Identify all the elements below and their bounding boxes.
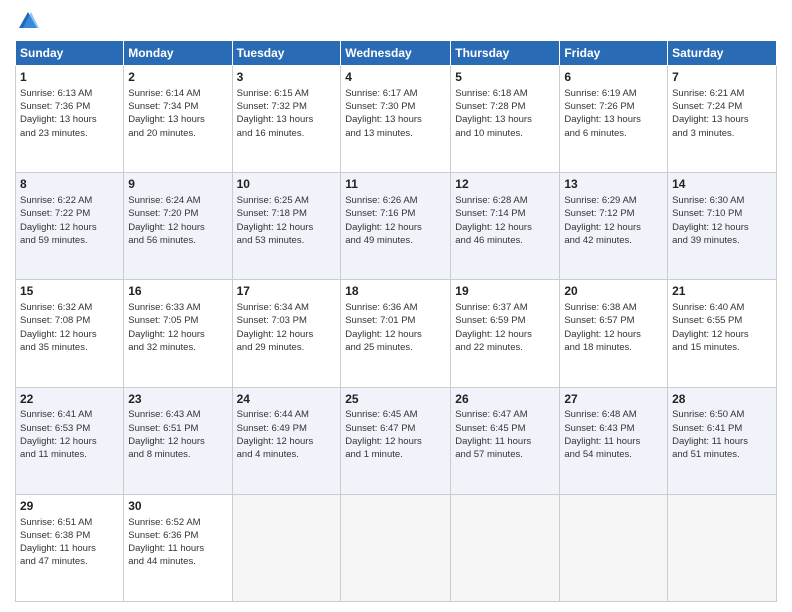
calendar-cell: 22Sunrise: 6:41 AMSunset: 6:53 PMDayligh… bbox=[16, 387, 124, 494]
day-number: 8 bbox=[20, 176, 119, 193]
calendar-cell: 7Sunrise: 6:21 AMSunset: 7:24 PMDaylight… bbox=[668, 66, 777, 173]
calendar-cell: 6Sunrise: 6:19 AMSunset: 7:26 PMDaylight… bbox=[560, 66, 668, 173]
calendar-cell bbox=[668, 494, 777, 601]
calendar-header-monday: Monday bbox=[124, 41, 232, 66]
calendar-header-row: SundayMondayTuesdayWednesdayThursdayFrid… bbox=[16, 41, 777, 66]
calendar-cell: 18Sunrise: 6:36 AMSunset: 7:01 PMDayligh… bbox=[341, 280, 451, 387]
calendar-cell: 16Sunrise: 6:33 AMSunset: 7:05 PMDayligh… bbox=[124, 280, 232, 387]
day-number: 25 bbox=[345, 391, 446, 408]
calendar-cell: 25Sunrise: 6:45 AMSunset: 6:47 PMDayligh… bbox=[341, 387, 451, 494]
calendar-cell: 29Sunrise: 6:51 AMSunset: 6:38 PMDayligh… bbox=[16, 494, 124, 601]
calendar-cell: 17Sunrise: 6:34 AMSunset: 7:03 PMDayligh… bbox=[232, 280, 341, 387]
calendar-header-friday: Friday bbox=[560, 41, 668, 66]
day-number: 26 bbox=[455, 391, 555, 408]
calendar-week-3: 15Sunrise: 6:32 AMSunset: 7:08 PMDayligh… bbox=[16, 280, 777, 387]
calendar-header-tuesday: Tuesday bbox=[232, 41, 341, 66]
day-number: 6 bbox=[564, 69, 663, 86]
calendar-cell: 8Sunrise: 6:22 AMSunset: 7:22 PMDaylight… bbox=[16, 173, 124, 280]
calendar-week-2: 8Sunrise: 6:22 AMSunset: 7:22 PMDaylight… bbox=[16, 173, 777, 280]
day-number: 1 bbox=[20, 69, 119, 86]
calendar-cell: 14Sunrise: 6:30 AMSunset: 7:10 PMDayligh… bbox=[668, 173, 777, 280]
day-number: 19 bbox=[455, 283, 555, 300]
calendar-cell: 2Sunrise: 6:14 AMSunset: 7:34 PMDaylight… bbox=[124, 66, 232, 173]
calendar-cell: 23Sunrise: 6:43 AMSunset: 6:51 PMDayligh… bbox=[124, 387, 232, 494]
calendar-cell bbox=[341, 494, 451, 601]
calendar-cell: 1Sunrise: 6:13 AMSunset: 7:36 PMDaylight… bbox=[16, 66, 124, 173]
calendar-cell: 19Sunrise: 6:37 AMSunset: 6:59 PMDayligh… bbox=[451, 280, 560, 387]
day-number: 13 bbox=[564, 176, 663, 193]
day-number: 9 bbox=[128, 176, 227, 193]
calendar-cell: 15Sunrise: 6:32 AMSunset: 7:08 PMDayligh… bbox=[16, 280, 124, 387]
calendar-week-1: 1Sunrise: 6:13 AMSunset: 7:36 PMDaylight… bbox=[16, 66, 777, 173]
calendar-body: 1Sunrise: 6:13 AMSunset: 7:36 PMDaylight… bbox=[16, 66, 777, 602]
day-number: 2 bbox=[128, 69, 227, 86]
calendar-cell: 21Sunrise: 6:40 AMSunset: 6:55 PMDayligh… bbox=[668, 280, 777, 387]
calendar-cell bbox=[451, 494, 560, 601]
calendar-cell: 30Sunrise: 6:52 AMSunset: 6:36 PMDayligh… bbox=[124, 494, 232, 601]
day-number: 11 bbox=[345, 176, 446, 193]
calendar-cell bbox=[232, 494, 341, 601]
day-number: 12 bbox=[455, 176, 555, 193]
day-number: 5 bbox=[455, 69, 555, 86]
calendar-week-4: 22Sunrise: 6:41 AMSunset: 6:53 PMDayligh… bbox=[16, 387, 777, 494]
day-number: 3 bbox=[237, 69, 337, 86]
day-number: 20 bbox=[564, 283, 663, 300]
day-number: 22 bbox=[20, 391, 119, 408]
calendar-header-thursday: Thursday bbox=[451, 41, 560, 66]
calendar-cell: 24Sunrise: 6:44 AMSunset: 6:49 PMDayligh… bbox=[232, 387, 341, 494]
day-number: 21 bbox=[672, 283, 772, 300]
calendar-cell: 13Sunrise: 6:29 AMSunset: 7:12 PMDayligh… bbox=[560, 173, 668, 280]
day-number: 24 bbox=[237, 391, 337, 408]
logo-icon bbox=[17, 10, 39, 32]
calendar-cell: 3Sunrise: 6:15 AMSunset: 7:32 PMDaylight… bbox=[232, 66, 341, 173]
header bbox=[15, 10, 777, 32]
day-number: 7 bbox=[672, 69, 772, 86]
day-number: 27 bbox=[564, 391, 663, 408]
calendar-cell: 11Sunrise: 6:26 AMSunset: 7:16 PMDayligh… bbox=[341, 173, 451, 280]
calendar-table: SundayMondayTuesdayWednesdayThursdayFrid… bbox=[15, 40, 777, 602]
calendar-cell bbox=[560, 494, 668, 601]
day-number: 15 bbox=[20, 283, 119, 300]
page: SundayMondayTuesdayWednesdayThursdayFrid… bbox=[0, 0, 792, 612]
day-number: 30 bbox=[128, 498, 227, 515]
day-number: 10 bbox=[237, 176, 337, 193]
calendar-cell: 20Sunrise: 6:38 AMSunset: 6:57 PMDayligh… bbox=[560, 280, 668, 387]
calendar-week-5: 29Sunrise: 6:51 AMSunset: 6:38 PMDayligh… bbox=[16, 494, 777, 601]
day-number: 23 bbox=[128, 391, 227, 408]
calendar-header-sunday: Sunday bbox=[16, 41, 124, 66]
day-number: 14 bbox=[672, 176, 772, 193]
calendar-cell: 4Sunrise: 6:17 AMSunset: 7:30 PMDaylight… bbox=[341, 66, 451, 173]
calendar-cell: 9Sunrise: 6:24 AMSunset: 7:20 PMDaylight… bbox=[124, 173, 232, 280]
logo bbox=[15, 10, 39, 32]
calendar-cell: 10Sunrise: 6:25 AMSunset: 7:18 PMDayligh… bbox=[232, 173, 341, 280]
day-number: 18 bbox=[345, 283, 446, 300]
day-number: 17 bbox=[237, 283, 337, 300]
calendar-header-wednesday: Wednesday bbox=[341, 41, 451, 66]
calendar-cell: 28Sunrise: 6:50 AMSunset: 6:41 PMDayligh… bbox=[668, 387, 777, 494]
calendar-cell: 27Sunrise: 6:48 AMSunset: 6:43 PMDayligh… bbox=[560, 387, 668, 494]
day-number: 16 bbox=[128, 283, 227, 300]
day-number: 28 bbox=[672, 391, 772, 408]
calendar-cell: 12Sunrise: 6:28 AMSunset: 7:14 PMDayligh… bbox=[451, 173, 560, 280]
calendar-header-saturday: Saturday bbox=[668, 41, 777, 66]
day-number: 4 bbox=[345, 69, 446, 86]
calendar-cell: 5Sunrise: 6:18 AMSunset: 7:28 PMDaylight… bbox=[451, 66, 560, 173]
calendar-cell: 26Sunrise: 6:47 AMSunset: 6:45 PMDayligh… bbox=[451, 387, 560, 494]
day-number: 29 bbox=[20, 498, 119, 515]
